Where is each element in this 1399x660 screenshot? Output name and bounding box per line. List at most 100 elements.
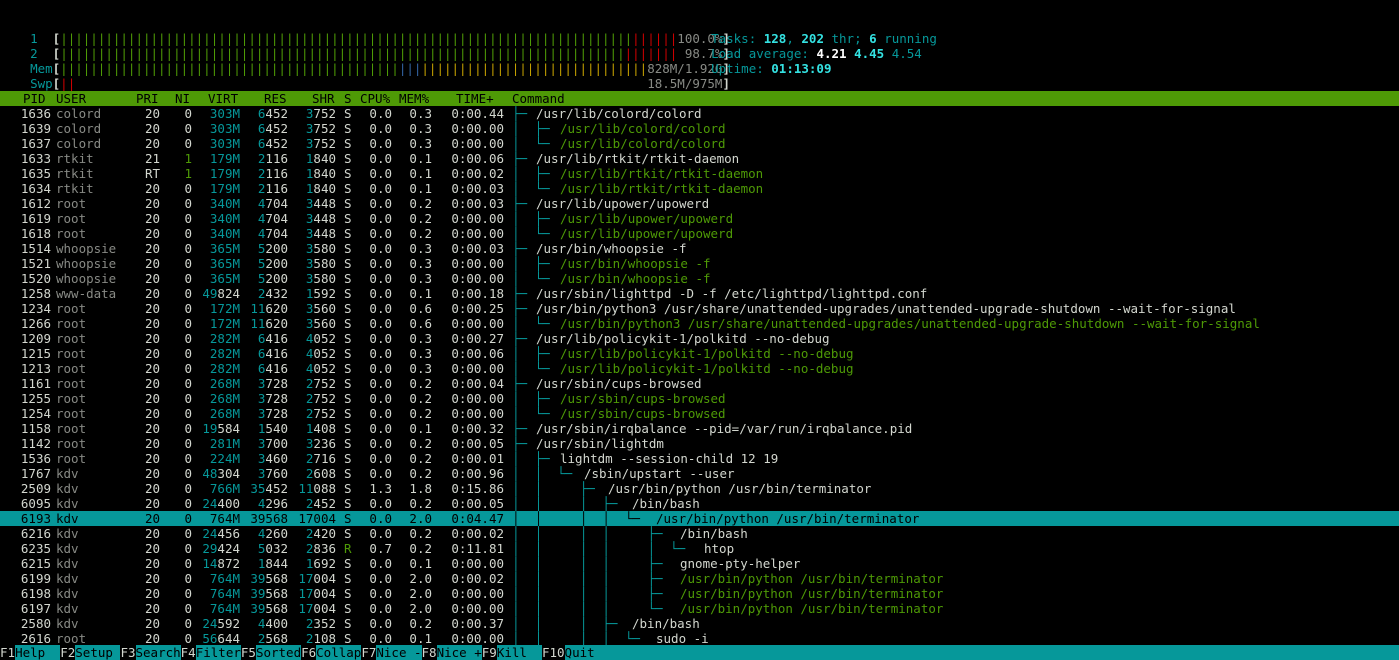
cell-res: 11620 — [250, 316, 288, 331]
fkey-f7[interactable]: F7 — [361, 645, 377, 660]
cell-cpu: 0.0 — [369, 121, 392, 136]
process-row[interactable]: 6215 kdv 20 0 14872 1844 1692 S 0.0 0.1 0:00.00 │ │… — [0, 556, 1399, 571]
col-shr[interactable]: SHR — [312, 91, 335, 106]
fkey-f9[interactable]: F9 — [481, 645, 497, 660]
cell-pid: 1258 — [20, 286, 51, 301]
cell-virt: 340M — [209, 196, 240, 211]
fkey-f2[interactable]: F2 — [60, 645, 76, 660]
col-command[interactable]: Command — [512, 91, 565, 106]
cell-shr: 4052 — [305, 346, 336, 361]
cell-cpu: 0.0 — [369, 466, 392, 481]
process-row[interactable]: 1514 whoopsie 20 0 365M 5200 3580 S 0.0 0.3 0:00.0… — [0, 241, 1399, 256]
process-row[interactable]: 1520 whoopsie 20 0 365M 5200 3580 S 0.0 0.3 0:00.0… — [0, 271, 1399, 286]
process-row[interactable]: 2616 root 20 0 56644 2568 2108 S 0.0 0.1 0:00.00 │ … — [0, 631, 1399, 646]
process-row[interactable]: 1234 root 20 0 172M 11620 3560 S 0.0 0.6 0:00.25 ├─… — [0, 301, 1399, 316]
function-key-bar: F1Help F2Setup F3SearchF4FilterF5SortedF… — [0, 645, 1399, 660]
cell-pid: 1633 — [20, 151, 51, 166]
cell-user: root — [56, 301, 87, 316]
process-row[interactable]: 1213 root 20 0 282M 6416 4052 S 0.0 0.3 0:00.00 │ └… — [0, 361, 1399, 376]
process-row[interactable]: 6199 kdv 20 0 764M 39568 17004 S 0.0 2.0 0:00.02 │ … — [0, 571, 1399, 586]
fkey-f4[interactable]: F4 — [180, 645, 196, 660]
process-row[interactable]: 6193 kdv 20 0 764M 39568 17004 S 0.0 2.0 0:04.47 │ … — [0, 511, 1399, 526]
fkey-f1[interactable]: F1 — [0, 645, 16, 660]
process-row[interactable]: 1639 colord 20 0 303M 6452 3752 S 0.0 0.3 0:00.00 │… — [0, 121, 1399, 136]
process-row[interactable]: 1215 root 20 0 282M 6416 4052 S 0.0 0.3 0:00.06 │ ├… — [0, 346, 1399, 361]
col-user[interactable]: USER — [56, 91, 86, 106]
cell-res: 6452 — [257, 121, 288, 136]
process-list[interactable]: 1636 colord 20 0 303M 6452 3752 S 0.0 0.3 0:00.44 ├… — [0, 106, 1399, 646]
process-row[interactable]: 1634 rtkit 20 0 179M 2116 1840 S 0.0 0.1 0:00.03 │ … — [0, 181, 1399, 196]
process-row[interactable]: 1767 kdv 20 0 48304 3760 2608 S 0.0 0.2 0:00.96 │ │… — [0, 466, 1399, 481]
process-row[interactable]: 1619 root 20 0 340M 4704 3448 S 0.0 0.2 0:00.00 │ ├… — [0, 211, 1399, 226]
process-row[interactable]: 6216 kdv 20 0 24456 4260 2420 S 0.0 0.2 0:00.02 │ │… — [0, 526, 1399, 541]
process-row[interactable]: 6197 kdv 20 0 764M 39568 17004 S 0.0 2.0 0:00.00 │ … — [0, 601, 1399, 616]
cell-command: /usr/bin/whoopsie -f — [536, 241, 687, 256]
process-row[interactable]: 1142 root 20 0 281M 3700 3236 S 0.0 0.2 0:00.05 ├─ … — [0, 436, 1399, 451]
fkey-label[interactable]: Collap — [316, 645, 361, 660]
process-row[interactable]: 2580 kdv 20 0 24592 4400 2352 S 0.0 0.2 0:00.37 │ │… — [0, 616, 1399, 631]
cell-mem: 0.1 — [409, 286, 432, 301]
cell-shr: 2752 — [305, 406, 336, 421]
fkey-f6[interactable]: F6 — [301, 645, 317, 660]
process-row[interactable]: 6198 kdv 20 0 764M 39568 17004 S 0.0 2.0 0:00.00 │ … — [0, 586, 1399, 601]
col-time[interactable]: TIME+ — [456, 91, 494, 106]
fkey-label[interactable]: Nice + — [437, 645, 482, 660]
process-row[interactable]: 1618 root 20 0 340M 4704 3448 S 0.0 0.2 0:00.00 │ └… — [0, 226, 1399, 241]
cell-user: kdv — [56, 466, 79, 481]
cell-pid: 6199 — [20, 571, 51, 586]
process-row[interactable]: 1209 root 20 0 282M 6416 4052 S 0.0 0.3 0:00.27 ├─ … — [0, 331, 1399, 346]
fkey-label[interactable]: Kill — [497, 645, 542, 660]
col-res[interactable]: RES — [264, 91, 287, 106]
process-row[interactable]: 6095 kdv 20 0 24400 4296 2452 S 0.0 0.2 0:00.05 │ │… — [0, 496, 1399, 511]
fkey-f8[interactable]: F8 — [421, 645, 437, 660]
process-row[interactable]: 1536 root 20 0 224M 3460 2716 S 0.0 0.2 0:00.01 │ ├… — [0, 451, 1399, 466]
process-row[interactable]: 1266 root 20 0 172M 11620 3560 S 0.0 0.6 0:00.00 │ … — [0, 316, 1399, 331]
fkey-f10[interactable]: F10 — [541, 645, 565, 660]
process-row[interactable]: 1254 root 20 0 268M 3728 2752 S 0.0 0.2 0:00.00 │ └… — [0, 406, 1399, 421]
cell-s: S — [344, 421, 352, 436]
fkey-label[interactable]: Sorted — [256, 645, 301, 660]
fkey-label[interactable]: Nice - — [376, 645, 421, 660]
cell-virt: 303M — [209, 136, 240, 151]
cell-virt: 340M — [209, 211, 240, 226]
cell-ni: 0 — [184, 286, 192, 301]
fkey-f5[interactable]: F5 — [240, 645, 256, 660]
process-row[interactable]: 2509 kdv 20 0 766M 35452 11088 S 1.3 1.8 0:15.86 │ … — [0, 481, 1399, 496]
col-mem[interactable]: MEM% — [399, 91, 429, 106]
process-row[interactable]: 1158 root 20 0 19584 1540 1408 S 0.0 0.1 0:00.32 ├─… — [0, 421, 1399, 436]
cell-ni: 0 — [184, 586, 192, 601]
process-row[interactable]: 6235 kdv 20 0 29424 5032 2836 R 0.7 0.2 0:11.81 │ │… — [0, 541, 1399, 556]
process-row[interactable]: 1636 colord 20 0 303M 6452 3752 S 0.0 0.3 0:00.44 ├… — [0, 106, 1399, 121]
process-row[interactable]: 1258 www-data 20 0 49824 2432 1592 S 0.0 0.1 0:00.… — [0, 286, 1399, 301]
cell-pri: 20 — [144, 541, 160, 556]
fkey-label[interactable]: Filter — [196, 645, 241, 660]
process-row[interactable]: 1161 root 20 0 268M 3728 2752 S 0.0 0.2 0:00.04 ├─ … — [0, 376, 1399, 391]
col-ni[interactable]: NI — [175, 91, 190, 106]
cell-pid: 1255 — [20, 391, 51, 406]
fkey-label[interactable]: Setup — [75, 645, 120, 660]
cell-ni: 1 — [184, 166, 192, 181]
col-virt[interactable]: VIRT — [208, 91, 238, 106]
swp-meter: Swp[|| 18.5M/975M] — [30, 76, 730, 91]
fkey-label[interactable]: Quit — [565, 645, 595, 660]
cell-ni: 0 — [184, 571, 192, 586]
col-cpu[interactable]: CPU% — [360, 91, 390, 106]
process-row[interactable]: 1521 whoopsie 20 0 365M 5200 3580 S 0.0 0.3 0:00.0… — [0, 256, 1399, 271]
process-row[interactable]: 1635 rtkit RT 1 179M 2116 1840 S 0.0 0.1 0:00.02 │ … — [0, 166, 1399, 181]
process-row[interactable]: 1612 root 20 0 340M 4704 3448 S 0.0 0.2 0:00.03 ├─ … — [0, 196, 1399, 211]
fkey-label[interactable]: Search — [136, 645, 181, 660]
cell-s: S — [344, 526, 352, 541]
col-pid[interactable]: PID — [23, 91, 46, 106]
tree-branch: │ └─ — [512, 271, 558, 286]
process-row[interactable]: 1255 root 20 0 268M 3728 2752 S 0.0 0.2 0:00.00 │ ├… — [0, 391, 1399, 406]
cell-time: 0:00.03 — [451, 241, 504, 256]
fkey-f3[interactable]: F3 — [120, 645, 136, 660]
process-row[interactable]: 1637 colord 20 0 303M 6452 3752 S 0.0 0.3 0:00.00 │… — [0, 136, 1399, 151]
cell-time: 0:00.05 — [451, 496, 504, 511]
col-pri[interactable]: PRI — [136, 91, 159, 106]
cell-cpu: 0.0 — [369, 556, 392, 571]
col-state[interactable]: S — [344, 91, 352, 106]
process-row[interactable]: 1633 rtkit 21 1 179M 2116 1840 S 0.0 0.1 0:00.06 ├─… — [0, 151, 1399, 166]
cell-pri: 20 — [144, 301, 160, 316]
fkey-label[interactable]: Help — [15, 645, 60, 660]
